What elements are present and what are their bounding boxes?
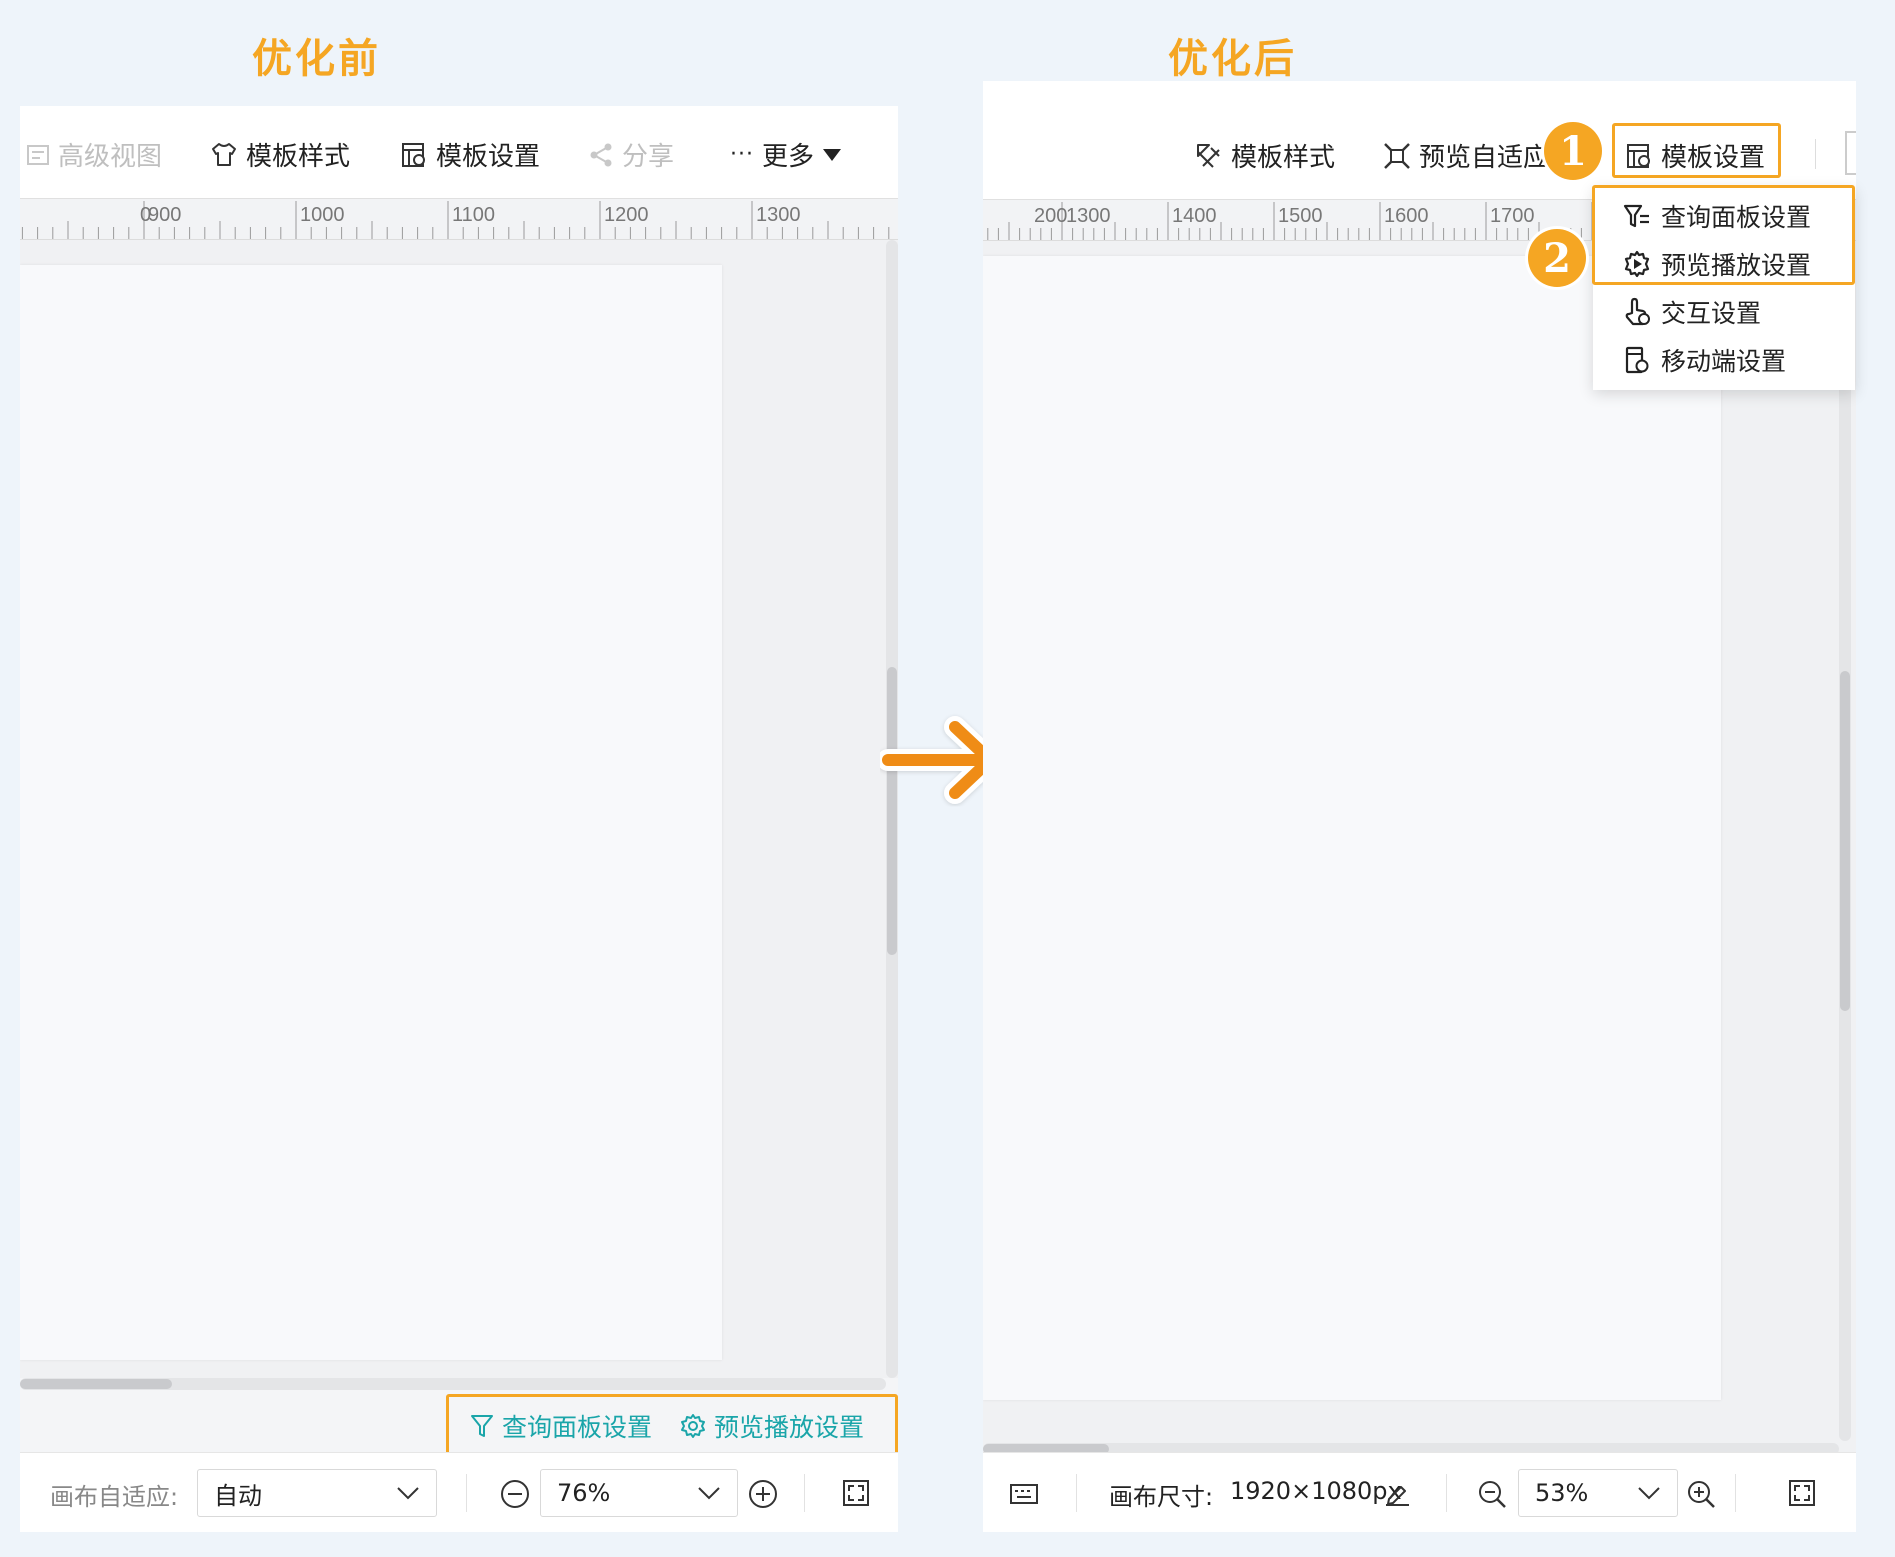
keyboard-icon[interactable]: [1009, 1481, 1039, 1507]
template-style-label: 模板样式: [246, 142, 351, 172]
after-footer: 画布尺寸: 1920×1080px 53%: [983, 1452, 1856, 1532]
zoom-in-icon[interactable]: [748, 1479, 778, 1509]
ruler-label: 1000: [300, 204, 345, 226]
dropdown-item-mobile[interactable]: 移动端设置: [1593, 336, 1855, 384]
before-zoom-value: 76%: [557, 1479, 611, 1507]
dropdown-label: 交互设置: [1661, 299, 1762, 328]
after-canvas-page: [983, 256, 1721, 1400]
template-settings-icon: [402, 142, 425, 167]
zoom-out-icon[interactable]: [500, 1479, 530, 1509]
chevron-down-icon: [397, 1487, 419, 1500]
after-template-settings-button[interactable]: 模板设置: [1625, 137, 1765, 174]
more-label: 更多: [761, 142, 814, 172]
before-bottom-bar: 查询面板设置 预览播放设置: [20, 1378, 898, 1456]
before-canvas-page: [20, 265, 722, 1360]
after-zoom-select[interactable]: 53%: [1518, 1469, 1678, 1517]
canvas-size-label: 画布尺寸:: [1109, 1483, 1214, 1511]
fullscreen-icon[interactable]: [1788, 1479, 1816, 1507]
ruler-label: 1200: [604, 204, 649, 226]
after-heading: 优化后: [1168, 36, 1297, 82]
divider: [1735, 1474, 1736, 1512]
ruler-label: 900: [148, 204, 181, 226]
more-button[interactable]: ··· 更多: [730, 136, 842, 173]
interaction-icon: [1625, 297, 1650, 326]
after-zoom-value: 53%: [1535, 1479, 1589, 1507]
after-canvas-area: [983, 241, 1856, 1513]
chevron-down-icon: [1638, 1487, 1660, 1500]
before-horizontal-scroll-thumb[interactable]: [20, 1379, 172, 1389]
share-icon: [590, 143, 612, 166]
before-ruler: 0 900 1000 1100 1200 1300: [20, 198, 898, 240]
after-template-style-label: 模板样式: [1231, 143, 1336, 173]
query-panel-settings-label: 查询面板设置: [502, 1413, 653, 1442]
after-vertical-scrollbar[interactable]: [1839, 241, 1851, 1441]
canvas-adapt-value: 自动: [214, 1481, 262, 1510]
fullscreen-icon[interactable]: [842, 1479, 870, 1507]
brush-icon: [1197, 143, 1220, 168]
preview-play-settings-button[interactable]: 预览播放设置: [680, 1408, 864, 1444]
cut-off-toolbar-icon: [1845, 131, 1856, 175]
divider: [1815, 139, 1816, 169]
preview-adapt-label: 预览自适应: [1419, 143, 1550, 173]
before-toolbar: 高级视图 模板样式 模板设置 分享 ··· 更多: [20, 106, 898, 198]
mobile-settings-icon: [1625, 346, 1649, 374]
after-template-style-button[interactable]: 模板样式: [1195, 137, 1335, 174]
before-heading: 优化前: [252, 36, 381, 82]
step-badge-1: 1: [1544, 122, 1602, 180]
ellipsis-icon: ···: [730, 142, 754, 167]
dropdown-highlight-box: [1592, 185, 1855, 285]
canvas-adapt-label: 画布自适应:: [50, 1483, 179, 1511]
caret-down-icon: [823, 148, 841, 161]
share-button[interactable]: 分享: [588, 136, 674, 173]
divider: [1446, 1474, 1447, 1512]
filter-icon: [471, 1415, 493, 1437]
after-vertical-scroll-thumb[interactable]: [1840, 671, 1850, 1011]
dropdown-item-interaction[interactable]: 交互设置: [1593, 288, 1855, 336]
zoom-in-icon[interactable]: [1686, 1479, 1716, 1509]
template-settings-icon: [1627, 143, 1650, 168]
after-template-settings-label: 模板设置: [1661, 143, 1766, 173]
share-label: 分享: [622, 142, 675, 172]
ruler-label: 200: [1034, 205, 1067, 227]
before-canvas-area: [20, 240, 898, 1378]
before-footer: 画布自适应: 自动 76%: [20, 1452, 898, 1532]
ruler-label: 1400: [1172, 205, 1217, 227]
chevron-down-icon: [698, 1487, 720, 1500]
ruler-label: 1300: [1066, 205, 1111, 227]
ruler-label: 1300: [756, 204, 801, 226]
ruler-label: 1600: [1384, 205, 1429, 227]
query-panel-settings-button[interactable]: 查询面板设置: [470, 1408, 652, 1444]
advanced-view-icon: [27, 144, 49, 165]
canvas-adapt-select[interactable]: 自动: [197, 1469, 437, 1517]
ruler-label: 1500: [1278, 205, 1323, 227]
after-toolbar: 模板样式 预览自适应 模板设置: [983, 81, 1856, 199]
dropdown-label: 移动端设置: [1661, 347, 1787, 376]
canvas-size-value: 1920×1080px: [1230, 1477, 1402, 1505]
step-badge-2: 2: [1528, 229, 1586, 287]
ruler-label: 1100: [452, 204, 495, 226]
divider: [804, 1474, 805, 1512]
shirt-icon: [212, 142, 236, 166]
before-panel: 高级视图 模板样式 模板设置 分享 ··· 更多 0 900 1000 1100 120…: [20, 106, 898, 1532]
advanced-view-label: 高级视图: [58, 142, 163, 172]
template-settings-button[interactable]: 模板设置: [400, 136, 540, 173]
gear-icon: [681, 1414, 705, 1438]
edit-icon[interactable]: [1383, 1479, 1411, 1507]
preview-adapt-button[interactable]: 预览自适应: [1383, 137, 1549, 174]
divider: [1076, 1474, 1077, 1512]
preview-play-settings-label: 预览播放设置: [714, 1413, 865, 1442]
advanced-view-button[interactable]: 高级视图: [26, 136, 162, 173]
ruler-label: 1700: [1490, 205, 1535, 227]
before-horizontal-scrollbar[interactable]: [20, 1378, 886, 1390]
divider: [466, 1474, 467, 1512]
resize-icon: [1384, 142, 1410, 169]
zoom-out-icon[interactable]: [1477, 1479, 1507, 1509]
before-zoom-select[interactable]: 76%: [540, 1469, 738, 1517]
template-style-button[interactable]: 模板样式: [210, 136, 350, 173]
template-settings-label: 模板设置: [436, 142, 541, 172]
